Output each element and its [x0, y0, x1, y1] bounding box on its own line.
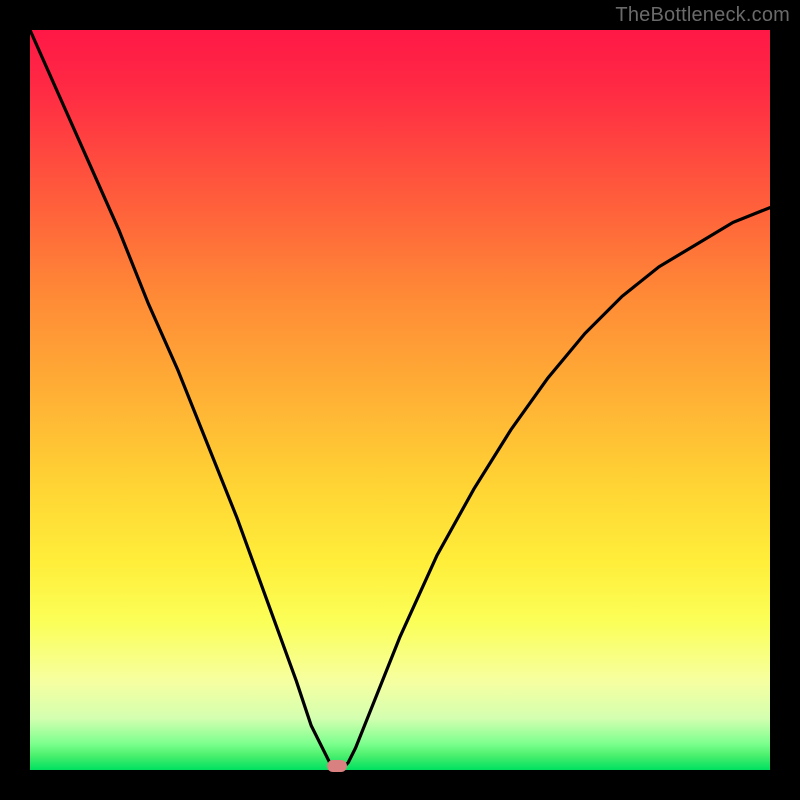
optimum-marker [327, 760, 347, 772]
watermark-text: TheBottleneck.com [615, 4, 790, 27]
chart-frame: TheBottleneck.com [0, 0, 800, 800]
bottleneck-curve [30, 30, 770, 770]
plot-area [30, 30, 770, 770]
